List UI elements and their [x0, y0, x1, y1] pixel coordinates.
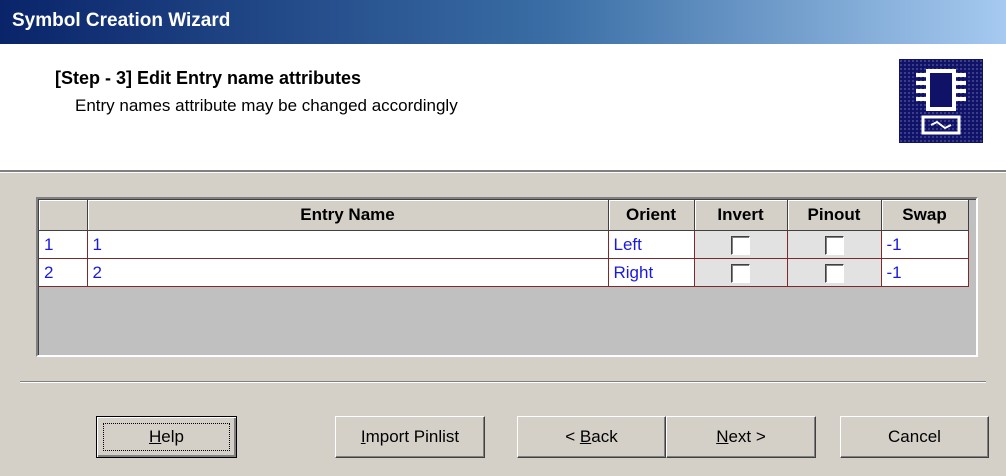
orient-cell[interactable]: Left [608, 230, 695, 259]
entry-name-cell[interactable]: 2 [87, 258, 609, 287]
help-label: Help [149, 427, 184, 447]
step-title: [Step - 3] Edit Entry name attributes [55, 68, 362, 88]
help-mnemonic: H [149, 427, 162, 446]
column-header-invert[interactable]: Invert [694, 200, 788, 231]
column-header-entry-name[interactable]: Entry Name [87, 200, 609, 231]
back-label-post: ack [591, 427, 618, 446]
table-row[interactable]: 1 1 Left -1 [39, 230, 969, 259]
next-label-post: ext > [728, 427, 766, 446]
help-label-post: elp [161, 427, 184, 446]
window-title-bar: Symbol Creation Wizard [0, 0, 1006, 44]
column-header-swap[interactable]: Swap [881, 200, 969, 231]
column-header-orient[interactable]: Orient [608, 200, 695, 231]
swap-cell[interactable]: -1 [881, 258, 969, 287]
next-label: Next > [716, 427, 766, 447]
next-button[interactable]: Next > [666, 416, 816, 458]
header-separator [0, 172, 1006, 173]
help-button[interactable]: Help [96, 416, 237, 458]
footer-separator-highlight [20, 382, 986, 383]
swap-cell[interactable]: -1 [881, 230, 969, 259]
window-title: Symbol Creation Wizard [12, 10, 231, 31]
invert-cell [694, 230, 788, 259]
column-header-pinout[interactable]: Pinout [787, 200, 882, 231]
import-label: Import Pinlist [361, 427, 459, 447]
import-pinlist-button[interactable]: Import Pinlist [335, 416, 485, 458]
step-subtitle: Entry names attribute may be changed acc… [75, 96, 458, 115]
entry-name-cell[interactable]: 1 [87, 230, 609, 259]
cancel-label-pre: Cancel [888, 427, 941, 446]
entry-table: Entry Name Orient Invert Pinout Swap 1 1… [39, 200, 969, 287]
invert-checkbox[interactable] [731, 263, 750, 283]
import-label-post: mport Pinlist [365, 427, 460, 446]
invert-cell [694, 258, 788, 287]
invert-checkbox[interactable] [731, 235, 750, 255]
back-button[interactable]: < Back [517, 416, 666, 458]
orient-cell[interactable]: Right [608, 258, 695, 287]
pinout-checkbox[interactable] [824, 263, 844, 283]
cancel-button[interactable]: Cancel [840, 416, 989, 458]
next-mnemonic: N [716, 427, 729, 446]
cancel-label: Cancel [888, 427, 941, 447]
wizard-header: [Step - 3] Edit Entry name attributes En… [0, 44, 1006, 172]
row-number[interactable]: 1 [39, 230, 88, 259]
chip-icon [899, 59, 983, 143]
table-row[interactable]: 2 2 Right -1 [39, 258, 969, 287]
pinout-cell [787, 258, 882, 287]
row-header-corner [39, 200, 88, 231]
back-label-pre: < [565, 427, 580, 446]
row-number[interactable]: 2 [39, 258, 88, 287]
pinout-cell [787, 230, 882, 259]
grid-header-row: Entry Name Orient Invert Pinout Swap [39, 200, 969, 231]
import-mnemonic: I [360, 427, 366, 446]
pinout-checkbox[interactable] [824, 235, 844, 255]
back-mnemonic: B [579, 427, 592, 446]
entry-grid[interactable]: Entry Name Orient Invert Pinout Swap 1 1… [36, 197, 978, 357]
back-label: < Back [565, 427, 617, 447]
